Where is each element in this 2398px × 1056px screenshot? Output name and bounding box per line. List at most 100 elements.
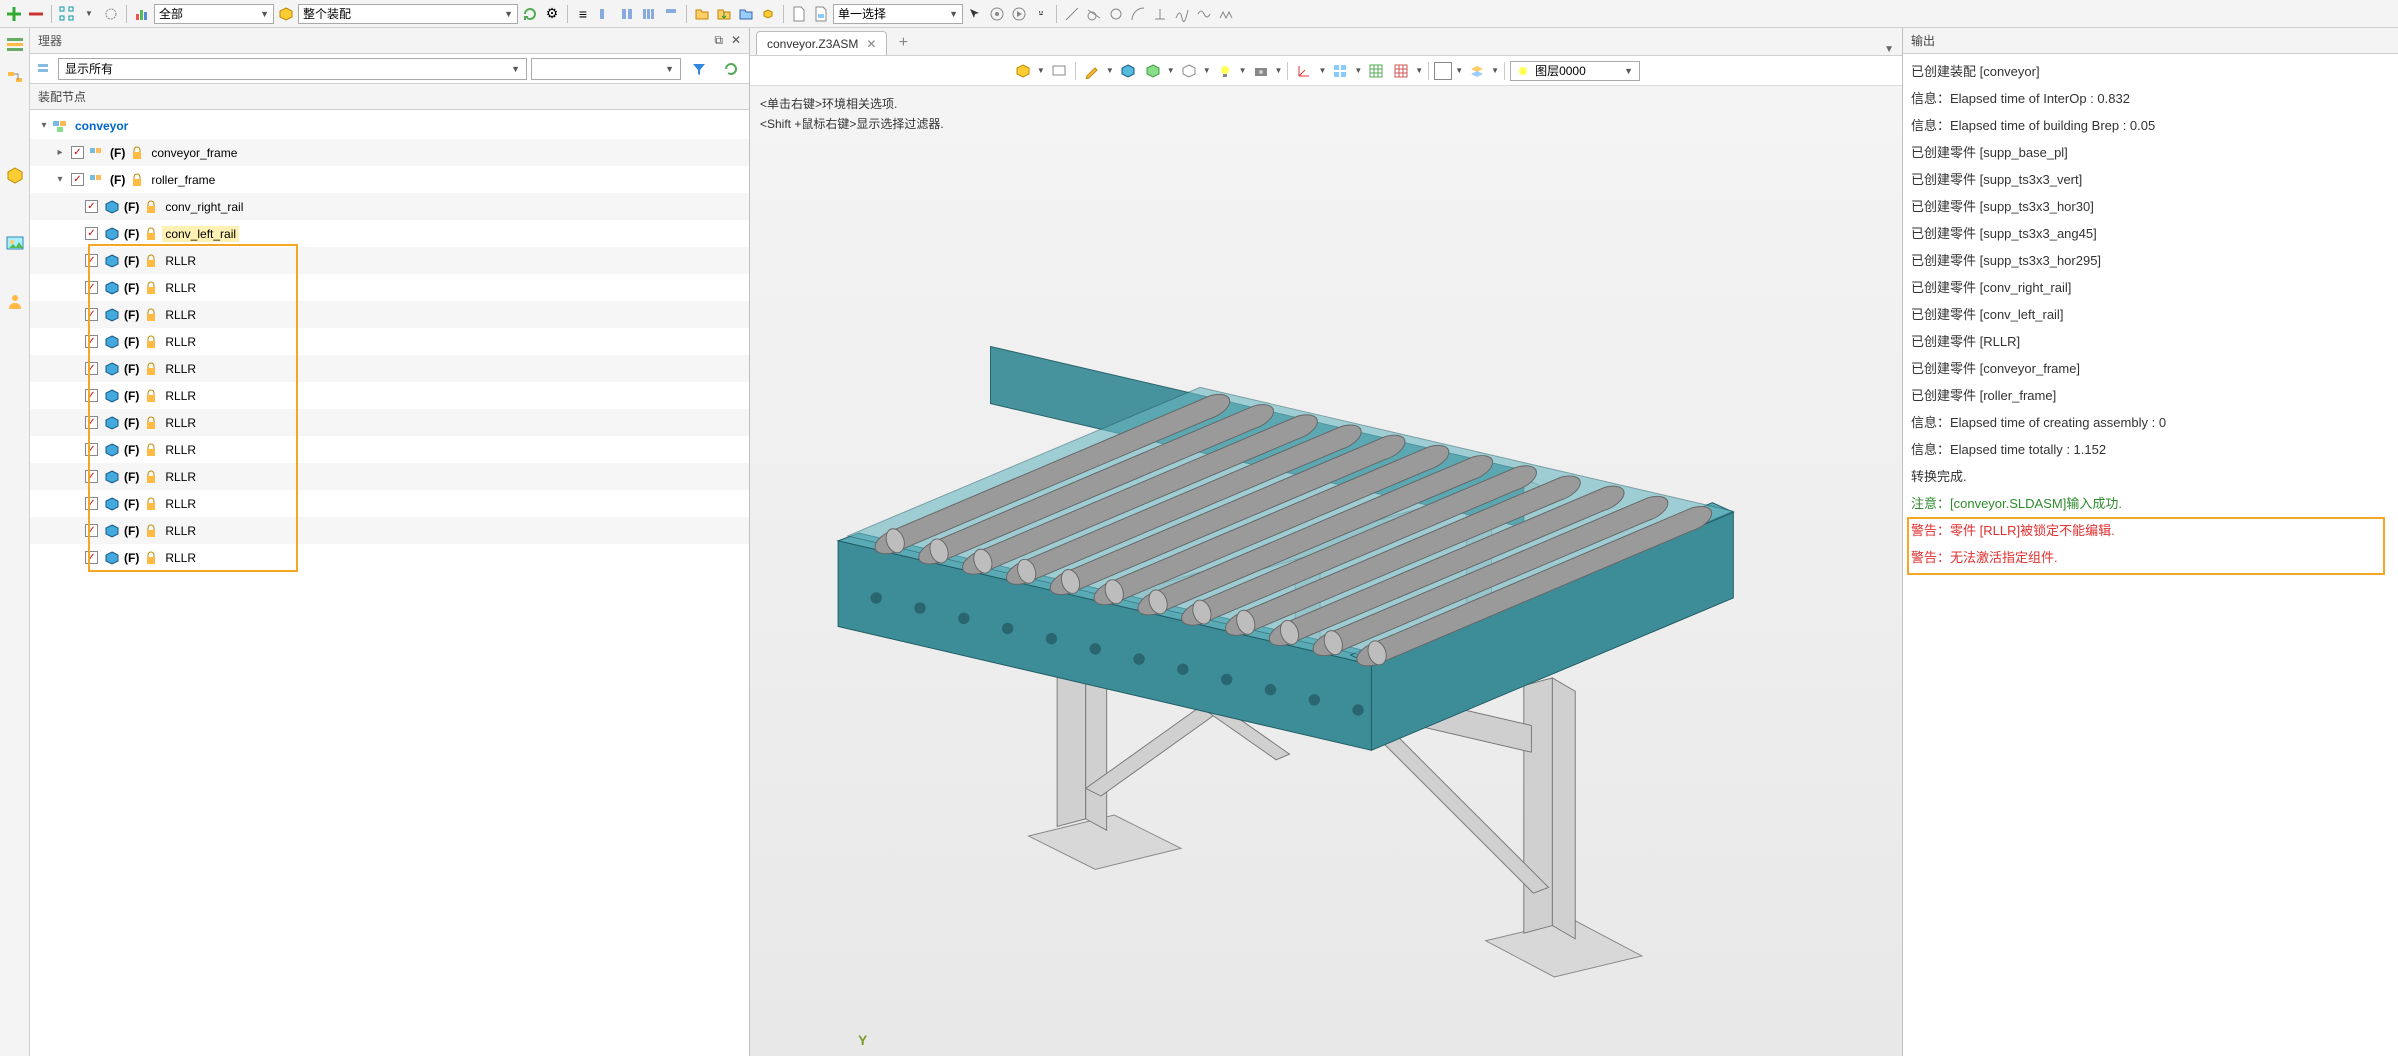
close-panel-icon[interactable]: ✕	[731, 33, 741, 48]
play-icon[interactable]	[1009, 4, 1029, 24]
checkbox[interactable]: ✓	[85, 362, 98, 375]
grid-off-icon[interactable]	[1390, 60, 1412, 82]
coord-icon[interactable]	[1293, 60, 1315, 82]
align-left-icon[interactable]: ≡	[573, 4, 593, 24]
tangent-icon[interactable]	[1084, 4, 1104, 24]
tree-item-rllr[interactable]: ✓(F)RLLR	[30, 490, 749, 517]
grid-small-icon[interactable]	[1329, 60, 1351, 82]
tree-item-rllr[interactable]: ✓(F)RLLR	[30, 463, 749, 490]
target-icon[interactable]	[987, 4, 1007, 24]
camera-icon[interactable]	[1250, 60, 1272, 82]
rail-image-icon[interactable]	[2, 230, 28, 256]
align-3-icon[interactable]	[639, 4, 659, 24]
rail-user-icon[interactable]	[2, 288, 28, 314]
expand-icon[interactable]: ▾	[54, 174, 66, 185]
view-screen-icon[interactable]	[1048, 60, 1070, 82]
align-4-icon[interactable]	[661, 4, 681, 24]
refresh-filter-icon[interactable]	[717, 57, 745, 81]
checkbox[interactable]: ✓	[85, 443, 98, 456]
align-1-icon[interactable]	[595, 4, 615, 24]
dropdown-icon[interactable]: ▼	[79, 4, 99, 24]
circle-tool-icon[interactable]	[101, 4, 121, 24]
tree-item-roller-frame[interactable]: ▾ ✓ (F) roller_frame	[30, 166, 749, 193]
select-mode-combo[interactable]: 单一选择▼	[833, 4, 963, 24]
assembly-tree[interactable]: ▾ conveyor ▸ ✓ (F) conveyor_frame ▾ ✓ (F…	[30, 110, 749, 1056]
cube-blue-icon[interactable]	[1117, 60, 1139, 82]
cursor-icon[interactable]	[965, 4, 985, 24]
output-body[interactable]: 已创建装配 [conveyor]信息：Elapsed time of Inter…	[1903, 54, 2398, 1056]
layer-combo[interactable]: 图层0000 ▼	[1510, 61, 1640, 81]
line-icon[interactable]	[1062, 4, 1082, 24]
tree-item-rllr[interactable]: ✓(F)RLLR	[30, 382, 749, 409]
expand-icon[interactable]: ▾	[38, 120, 50, 131]
checkbox[interactable]: ✓	[85, 551, 98, 564]
folder-icon[interactable]	[692, 4, 712, 24]
tree-item-rllr[interactable]: ✓(F)RLLR	[30, 436, 749, 463]
folder-out-icon[interactable]	[714, 4, 734, 24]
checkbox[interactable]: ✓	[71, 146, 84, 159]
wireframe-icon[interactable]	[1178, 60, 1200, 82]
refresh-icon[interactable]	[520, 4, 540, 24]
filter-combo-2[interactable]: ▼	[531, 58, 681, 80]
checkbox[interactable]: ✓	[85, 308, 98, 321]
checkbox[interactable]: ✓	[85, 470, 98, 483]
circle-icon[interactable]	[1106, 4, 1126, 24]
arc-icon[interactable]	[1128, 4, 1148, 24]
cubes-icon[interactable]	[758, 4, 778, 24]
rail-cube-icon[interactable]	[2, 162, 28, 188]
view-cube-icon[interactable]	[1012, 60, 1034, 82]
collapse-icon[interactable]: ⧉	[714, 33, 723, 48]
tree-item-conv-left-rail[interactable]: ✓ (F) conv_left_rail	[30, 220, 749, 247]
wave-icon[interactable]	[1194, 4, 1214, 24]
checkbox[interactable]: ✓	[71, 173, 84, 186]
pencil-icon[interactable]	[1081, 60, 1103, 82]
checkbox[interactable]: ✓	[85, 416, 98, 429]
tab-conveyor[interactable]: conveyor.Z3ASM ✕	[756, 31, 887, 55]
perp-icon[interactable]	[1150, 4, 1170, 24]
grid-on-icon[interactable]	[1365, 60, 1387, 82]
doc-icon[interactable]	[789, 4, 809, 24]
viewport-3d[interactable]: <单击右键>环境相关选项. <Shift +鼠标右键>显示选择过滤器.	[750, 86, 1902, 1056]
rail-link-icon[interactable]	[2, 64, 28, 90]
gear-icon[interactable]: ⚙	[542, 4, 562, 24]
tree-item-rllr[interactable]: ✓(F)RLLR	[30, 301, 749, 328]
funnel-icon[interactable]	[685, 57, 713, 81]
pattern-icon[interactable]	[57, 4, 77, 24]
tree-item-rllr[interactable]: ✓(F)RLLR	[30, 355, 749, 382]
tree-root[interactable]: ▾ conveyor	[30, 112, 749, 139]
rail-tree-icon[interactable]	[2, 32, 28, 58]
add-icon[interactable]	[4, 4, 24, 24]
tree-item-rllr[interactable]: ✓(F)RLLR	[30, 247, 749, 274]
doc2-icon[interactable]	[811, 4, 831, 24]
tree-item-conv-right-rail[interactable]: ✓ (F) conv_right_rail	[30, 193, 749, 220]
snap-pts-icon[interactable]: ⸚	[1031, 4, 1051, 24]
checkbox[interactable]: ✓	[85, 524, 98, 537]
folder-in-icon[interactable]	[736, 4, 756, 24]
cube-green-icon[interactable]	[1142, 60, 1164, 82]
zigzag-icon[interactable]	[1216, 4, 1236, 24]
tab-menu-icon[interactable]: ▼	[1884, 44, 1894, 55]
bulb-icon[interactable]	[1214, 60, 1236, 82]
tree-item-rllr[interactable]: ✓(F)RLLR	[30, 274, 749, 301]
remove-icon[interactable]	[26, 4, 46, 24]
color-swatch[interactable]	[1434, 62, 1452, 80]
tree-item-rllr[interactable]: ✓(F)RLLR	[30, 409, 749, 436]
add-tab-button[interactable]: +	[891, 31, 915, 55]
checkbox[interactable]: ✓	[85, 254, 98, 267]
spline-icon[interactable]	[1172, 4, 1192, 24]
tree-item-rllr[interactable]: ✓(F)RLLR	[30, 544, 749, 571]
checkbox[interactable]: ✓	[85, 227, 98, 240]
checkbox[interactable]: ✓	[85, 335, 98, 348]
checkbox[interactable]: ✓	[85, 389, 98, 402]
tree-item-rllr[interactable]: ✓(F)RLLR	[30, 328, 749, 355]
tree-item-conveyor-frame[interactable]: ▸ ✓ (F) conveyor_frame	[30, 139, 749, 166]
show-icon[interactable]	[34, 59, 54, 79]
filter-combo[interactable]: 显示所有▼	[58, 58, 527, 80]
scope-combo[interactable]: 整个装配▼	[298, 4, 518, 24]
checkbox[interactable]: ✓	[85, 200, 98, 213]
tree-item-rllr[interactable]: ✓(F)RLLR	[30, 517, 749, 544]
align-2-icon[interactable]	[617, 4, 637, 24]
checkbox[interactable]: ✓	[85, 281, 98, 294]
cube-yellow-icon[interactable]	[276, 4, 296, 24]
chart-icon[interactable]	[132, 4, 152, 24]
